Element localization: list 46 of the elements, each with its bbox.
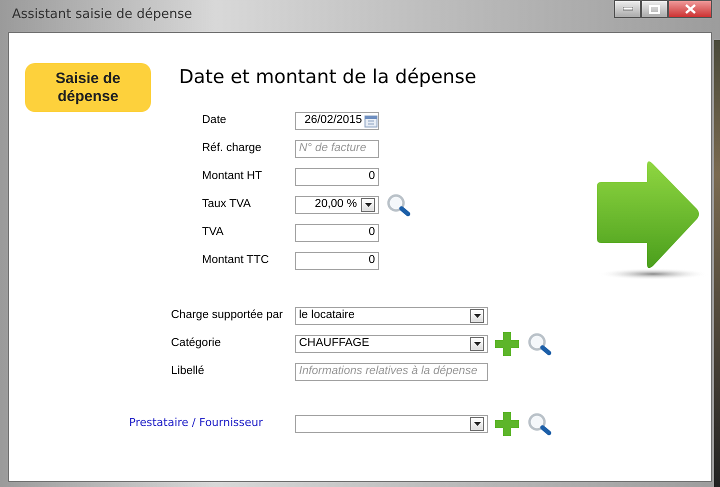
window-title: Assistant saisie de dépense [11, 6, 194, 24]
search-button[interactable] [526, 332, 554, 356]
dropdown-button[interactable] [361, 198, 375, 212]
dropdown-button[interactable] [470, 417, 484, 431]
calendar-icon[interactable] [364, 114, 378, 128]
dropdown-button[interactable] [470, 309, 484, 323]
field-label: Charge supportée par [171, 309, 283, 322]
caret-icon [474, 422, 480, 426]
search-icon [385, 193, 413, 217]
search-icon [526, 412, 554, 436]
field-label: TVA [202, 226, 224, 238]
field-label: Montant TTC [202, 254, 269, 266]
add-button[interactable] [494, 331, 520, 357]
close-icon [684, 4, 696, 14]
dropdown-field[interactable]: le locataire [295, 307, 488, 325]
step-badge: Saisie de dépense [25, 63, 151, 112]
search-button[interactable] [526, 412, 554, 436]
dropdown-field[interactable]: 20,00 % [295, 196, 379, 214]
maximize-button[interactable] [641, 0, 668, 18]
caret-icon [474, 342, 480, 346]
plus-icon [494, 411, 520, 437]
search-button[interactable] [385, 193, 413, 217]
field-label: Taux TVA [202, 198, 251, 210]
search-icon [526, 332, 554, 356]
page-heading: Date et montant de la dépense [179, 65, 476, 90]
input-field[interactable]: 0 [295, 252, 379, 270]
dropdown-field[interactable] [295, 415, 488, 433]
supplier-link[interactable]: Prestataire / Fournisseur [129, 416, 263, 430]
field-label: Catégorie [171, 337, 221, 350]
field-label: Libellé [171, 365, 204, 378]
dropdown-field[interactable]: CHAUFFAGE [295, 335, 488, 353]
minimize-button[interactable] [614, 0, 641, 18]
minimize-icon [622, 7, 632, 11]
input-field[interactable]: 0 [295, 224, 379, 242]
input-field[interactable]: 0 [295, 168, 379, 186]
caret-icon [474, 314, 480, 318]
maximize-icon [649, 4, 660, 14]
close-button[interactable] [668, 0, 712, 18]
dropdown-button[interactable] [470, 337, 484, 351]
field-label: Date [202, 114, 226, 126]
field-label: Réf. charge [202, 142, 262, 154]
field-label: Montant HT [202, 170, 262, 182]
date-field[interactable]: 26/02/2015 [295, 112, 379, 130]
plus-icon [494, 331, 520, 357]
caret-icon [364, 203, 372, 207]
add-button[interactable] [494, 411, 520, 437]
